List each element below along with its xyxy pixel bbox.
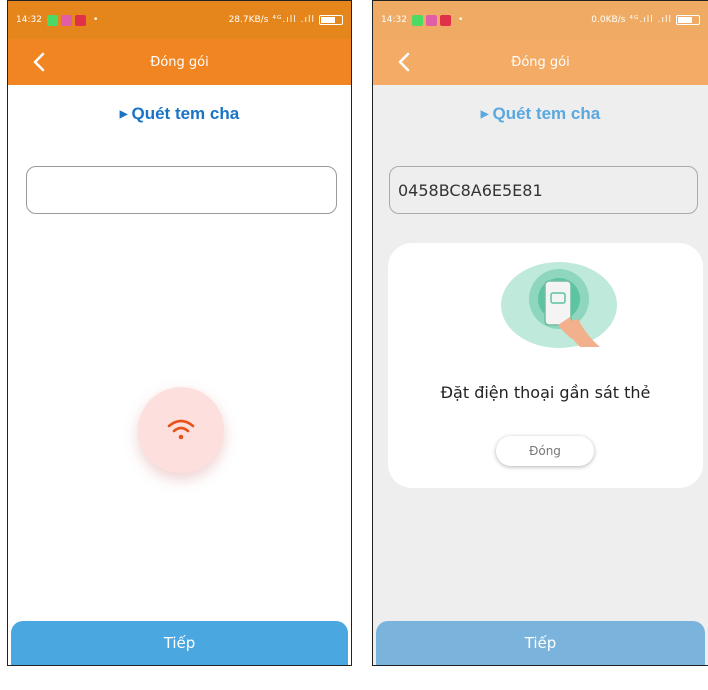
close-button-label: Đóng bbox=[529, 444, 561, 458]
status-dot: • bbox=[457, 15, 464, 25]
network-speed: 28.7KB/s bbox=[228, 15, 269, 25]
next-button-label: Tiếp bbox=[524, 634, 557, 652]
back-arrow-icon[interactable] bbox=[28, 50, 52, 74]
phone-tap-illustration-icon bbox=[501, 262, 617, 348]
section-heading: ▶ Quét tem cha bbox=[373, 104, 708, 124]
section-title: Quét tem cha bbox=[131, 104, 240, 123]
status-dot: • bbox=[92, 15, 99, 25]
network-speed: 0.0KB/s bbox=[591, 15, 626, 25]
signal-icon: ⁴ᴳ.ıll .ıll bbox=[629, 15, 672, 25]
status-time: 14:32 bbox=[16, 15, 42, 25]
video-app-icon bbox=[74, 14, 86, 26]
notification-app-icon bbox=[60, 14, 72, 26]
caret-right-icon: ▶ bbox=[480, 109, 489, 120]
right-phone-screen: 14:32 • 0.0KB/s ⁴ᴳ.ıll .ıll Đóng gói ▶ Qu… bbox=[372, 0, 708, 666]
status-time: 14:32 bbox=[381, 15, 407, 25]
app-bar: Đóng gói bbox=[8, 39, 351, 85]
notification-app-icon bbox=[425, 14, 437, 26]
scan-input[interactable]: 0458BC8A6E5E81 bbox=[389, 166, 698, 214]
section-title: Quét tem cha bbox=[492, 104, 601, 123]
signal-icon: ⁴ᴳ.ıll .ıll bbox=[272, 15, 315, 25]
battery-icon bbox=[319, 15, 343, 25]
left-phone-screen: 14:32 • 28.7KB/s ⁴ᴳ.ıll .ıll Đóng gói ▶ Q… bbox=[7, 0, 352, 666]
nfc-instruction-text: Đặt điện thoại gần sát thẻ bbox=[440, 383, 651, 402]
page-title: Đóng gói bbox=[511, 54, 570, 70]
video-app-icon bbox=[439, 14, 451, 26]
scan-input[interactable] bbox=[26, 166, 337, 214]
battery-icon bbox=[676, 15, 700, 25]
close-button[interactable]: Đóng bbox=[496, 436, 594, 466]
scan-input-value: 0458BC8A6E5E81 bbox=[398, 180, 543, 200]
status-bar: 14:32 • 28.7KB/s ⁴ᴳ.ıll .ıll bbox=[8, 1, 351, 39]
status-bar: 14:32 • 0.0KB/s ⁴ᴳ.ıll .ıll bbox=[373, 1, 708, 39]
caret-right-icon: ▶ bbox=[119, 109, 128, 120]
nfc-scan-button[interactable] bbox=[138, 387, 224, 473]
app-bar: Đóng gói bbox=[373, 39, 708, 85]
page-title: Đóng gói bbox=[150, 54, 209, 70]
next-button-label: Tiếp bbox=[163, 634, 196, 652]
next-button[interactable]: Tiếp bbox=[11, 621, 348, 665]
next-button[interactable]: Tiếp bbox=[376, 621, 705, 665]
nfc-prompt-sheet: Đặt điện thoại gần sát thẻ Đóng bbox=[388, 243, 703, 488]
back-arrow-icon[interactable] bbox=[393, 50, 417, 74]
wifi-icon bbox=[167, 419, 195, 440]
message-app-icon bbox=[46, 14, 58, 26]
section-heading: ▶ Quét tem cha bbox=[8, 104, 351, 124]
message-app-icon bbox=[411, 14, 423, 26]
